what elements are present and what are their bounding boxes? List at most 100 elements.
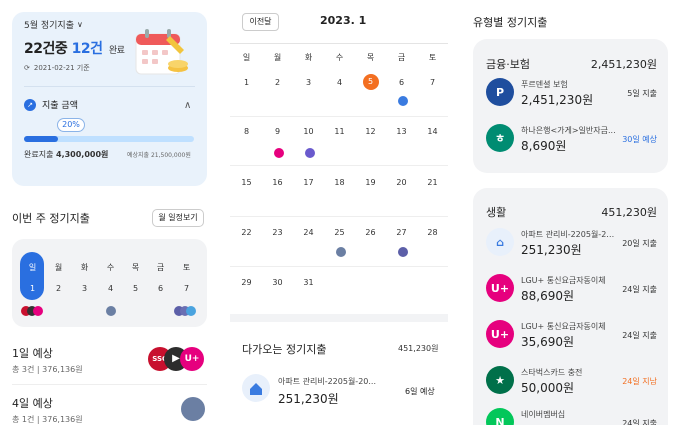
upcoming-item-name[interactable]: 아파트 관리비-2205월-20... <box>278 376 376 387</box>
week-date[interactable]: 5 <box>123 284 148 293</box>
calendar-date[interactable]: 26 <box>355 228 386 237</box>
week-section-title: 이번 주 정기지출 <box>12 212 90 225</box>
calendar-date[interactable]: 22 <box>231 228 262 237</box>
week-day: 토 <box>182 263 191 272</box>
month-view-button[interactable]: 월 일정보기 <box>152 209 204 227</box>
calendar-date[interactable]: 17 <box>293 178 324 187</box>
calendar-date[interactable]: 25 <box>324 228 355 237</box>
date-number: 26 <box>365 228 376 237</box>
calendar-date[interactable]: 11 <box>324 127 355 136</box>
calendar-date[interactable]: 9 <box>262 127 293 136</box>
calendar-date[interactable]: 19 <box>355 178 386 187</box>
done-count: 12건 <box>71 41 103 57</box>
date-number: 16 <box>272 178 283 187</box>
calendar-weekday: 화 <box>304 53 313 62</box>
date-number: 25 <box>334 228 345 237</box>
calendar-date[interactable]: 1 <box>231 78 262 87</box>
date-number: 8 <box>243 127 250 136</box>
upcoming-item-due: 6일 예상 <box>405 387 435 396</box>
calendar-date[interactable]: 3 <box>293 78 324 87</box>
date-number: 20 <box>396 178 407 187</box>
week-day: 일 <box>28 263 37 272</box>
calendar-date[interactable]: 24 <box>293 228 324 237</box>
calendar-date[interactable]: 27 <box>386 228 417 237</box>
lgu-icon: U+ <box>486 274 514 302</box>
week-date[interactable]: 1 <box>20 284 45 293</box>
base-date-line: ⟳ 2021-02-21 기준 <box>24 63 90 73</box>
month-label: 5월 정기지출 <box>24 21 74 31</box>
calendar-weekday: 일 <box>242 53 251 62</box>
week-date[interactable]: 7 <box>174 284 199 293</box>
item-amount: 50,000원 <box>521 381 575 395</box>
calendar-date[interactable]: 20 <box>386 178 417 187</box>
progress-percent-bubble: 20% <box>57 118 85 132</box>
date-number: 14 <box>427 127 438 136</box>
done-amount-line: 완료지출 4,300,000원 <box>24 149 108 160</box>
lgu-icon: U+ <box>486 320 514 348</box>
home-icon: ⌂ <box>486 228 514 256</box>
calendar-weekday: 토 <box>428 53 437 62</box>
calendar-date[interactable]: 28 <box>417 228 448 237</box>
calendar-date[interactable]: 4 <box>324 78 355 87</box>
calendar-date[interactable]: 8 <box>231 127 262 136</box>
lgu-icon: U+ <box>180 347 204 371</box>
calendar-date[interactable]: 14 <box>417 127 448 136</box>
amount-header[interactable]: ↗ 지출 금액 <box>24 98 78 111</box>
item-due: 24일 지출 <box>622 419 657 425</box>
week-event-row[interactable]: 4일 예상 총 1건 | 376,136원 <box>12 395 207 425</box>
date-number: 2 <box>274 78 281 87</box>
date-number: 19 <box>365 178 376 187</box>
home-icon <box>106 306 116 316</box>
week-date[interactable]: 3 <box>72 284 97 293</box>
calendar-date[interactable]: 21 <box>417 178 448 187</box>
date-number: 12 <box>365 127 376 136</box>
calendar-date[interactable]: 13 <box>386 127 417 136</box>
done-label: 완료 <box>108 46 125 56</box>
date-number: 9 <box>274 127 281 136</box>
week-date[interactable]: 2 <box>46 284 71 293</box>
category-total: 451,230원 <box>601 206 657 219</box>
calendar-date[interactable]: 2 <box>262 78 293 87</box>
date-number: 22 <box>241 228 252 237</box>
date-number: 23 <box>272 228 283 237</box>
week-day: 목 <box>131 263 140 272</box>
service-icon <box>305 148 315 158</box>
item-due: 20일 지출 <box>622 239 657 248</box>
calendar-date[interactable]: 16 <box>262 178 293 187</box>
calendar-weekday: 목 <box>366 53 375 62</box>
total-count: 22건중 <box>24 41 68 57</box>
month-selector[interactable]: 5월 정기지출 ∨ <box>24 18 83 31</box>
chevron-up-icon[interactable]: ∧ <box>184 100 191 111</box>
calendar-date[interactable]: 5 <box>355 74 386 90</box>
date-number: 3 <box>305 78 312 87</box>
date-number: 6 <box>398 78 405 87</box>
date-number: 21 <box>427 178 438 187</box>
calendar-date[interactable]: 7 <box>417 78 448 87</box>
prev-month-button[interactable]: 이전달 <box>242 13 279 31</box>
divider <box>230 165 448 166</box>
calendar-date[interactable]: 12 <box>355 127 386 136</box>
calendar-date[interactable]: 6 <box>386 78 417 87</box>
home-icon <box>242 374 270 402</box>
prudential-icon: P <box>486 78 514 106</box>
calendar-date[interactable]: 18 <box>324 178 355 187</box>
calendar-date[interactable]: 10 <box>293 127 324 136</box>
divider <box>12 384 207 385</box>
upcoming-title: 다가오는 정기지출 <box>242 343 327 356</box>
date-number: 27 <box>396 228 407 237</box>
calendar-date[interactable]: 30 <box>262 278 293 287</box>
home-icon <box>398 96 408 106</box>
event-sub: 총 1건 | 376,136원 <box>12 415 83 424</box>
calendar-weekday: 월 <box>273 53 282 62</box>
calendar-date[interactable]: 31 <box>293 278 324 287</box>
week-date[interactable]: 4 <box>98 284 123 293</box>
calendar-date[interactable]: 15 <box>231 178 262 187</box>
week-day: 월 <box>54 263 63 272</box>
progress-fill <box>24 136 58 142</box>
calendar-date[interactable]: 23 <box>262 228 293 237</box>
date-number: 28 <box>427 228 438 237</box>
calendar-date[interactable]: 29 <box>231 278 262 287</box>
week-date[interactable]: 6 <box>148 284 173 293</box>
date-number: 1 <box>243 78 250 87</box>
service-icon <box>398 247 408 257</box>
